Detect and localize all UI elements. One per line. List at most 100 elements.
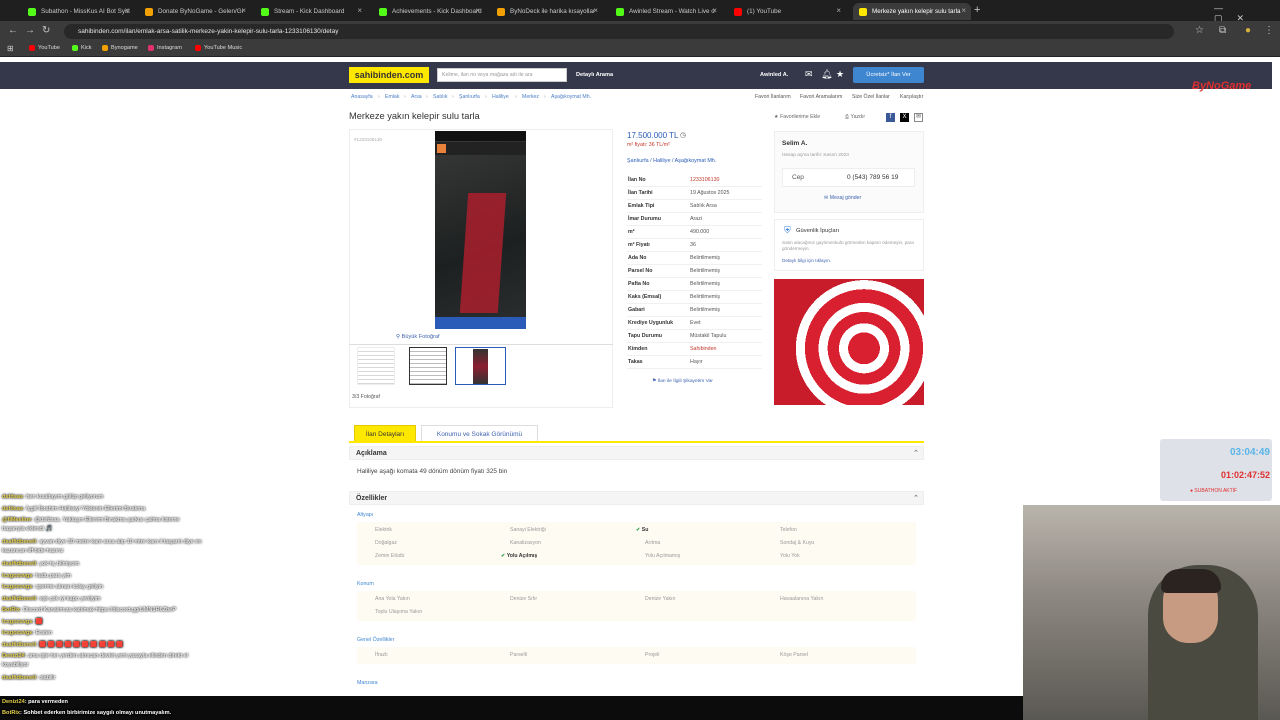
browser-tab[interactable]: Stream - Kick Dashboard × [255, 3, 367, 20]
chat-username[interactable]: BotRix [2, 710, 20, 716]
description-header[interactable]: Açıklama ⌃ [349, 446, 924, 460]
features-header[interactable]: Özellikler ⌃ [349, 491, 924, 505]
chat-username[interactable]: Denizi24 [2, 653, 25, 659]
big-photo-link[interactable]: ⚲ Büyük Fotoğraf [396, 334, 440, 340]
webcam-feed [1023, 505, 1280, 720]
thumbnail-3[interactable] [455, 347, 506, 385]
chat-username[interactable]: dsfdsas [2, 494, 23, 500]
phone-row[interactable]: Cep 0 (543) 789 56 19 [782, 168, 915, 187]
top-link[interactable]: Favori Aramalarım [800, 94, 842, 100]
browser-tab[interactable]: Merkeze yakın kelepir sulu tarla × [853, 3, 971, 20]
tab-location-streetview[interactable]: Konumu ve Sokak Görünümü [421, 425, 538, 442]
send-message-link[interactable]: ✉ Mesaj gönder [824, 195, 861, 201]
collapse-icon[interactable]: ⌃ [913, 492, 919, 505]
chat-username[interactable]: dsalfidbeneli [2, 675, 36, 681]
user-menu[interactable]: Awinled A. [760, 72, 788, 78]
chat-username[interactable]: lcsgozuvgs [2, 584, 32, 590]
bookmark-item[interactable]: YouTube Music [195, 45, 242, 51]
top-link[interactable]: Size Özel İlanlar [852, 94, 890, 100]
tab-close-icon[interactable]: × [357, 6, 362, 15]
tab-listing-details[interactable]: İlan Detayları [354, 425, 416, 442]
location-district[interactable]: Haliliye [653, 158, 670, 164]
breadcrumb-item[interactable]: Haliliye [492, 94, 509, 100]
tab-close-icon[interactable]: × [961, 6, 966, 15]
search-input[interactable]: Kelime, ilan no veya mağaza adı ile ara [437, 68, 567, 82]
chat-username[interactable]: dsfdsas [2, 506, 23, 512]
main-photo[interactable] [435, 131, 526, 329]
breadcrumb-item[interactable]: Aşağıkoymat Mh. [551, 94, 591, 100]
bookmark-star-icon[interactable]: ☆ [1195, 26, 1204, 36]
favorite-link[interactable]: ★ Favorilerime Ekle [774, 114, 820, 120]
bookmark-item[interactable]: YouTube [29, 45, 60, 51]
thumbnail-1[interactable] [357, 347, 395, 385]
advertisement-banner[interactable] [774, 279, 924, 405]
safety-tips-link[interactable]: Detaylı bilgi için tıklayın. [782, 258, 831, 263]
tab-close-icon[interactable]: × [836, 6, 841, 15]
chat-username[interactable]: dsalfidbeneli [2, 642, 36, 648]
chat-username[interactable]: lcsgozuvgs [2, 573, 32, 579]
breadcrumb-item[interactable]: Şanlıurfa [459, 94, 480, 100]
browser-tab[interactable]: Achievements - Kick Dashboard × [373, 3, 485, 20]
facebook-share-icon[interactable]: f [886, 113, 895, 122]
detailed-search-link[interactable]: Detaylı Arama [576, 72, 613, 78]
back-icon[interactable]: ← [8, 26, 18, 36]
chat-username[interactable]: dsalfidbeneli [2, 539, 36, 545]
history-icon[interactable]: ◷ [680, 131, 686, 139]
chat-username[interactable]: lcsgozuvgs [2, 630, 32, 636]
complaint-link[interactable]: ⚑ İlan ile İlgili Şikayetim Var [652, 378, 713, 384]
menu-icon[interactable]: ⋮ [1264, 26, 1274, 36]
browser-tab[interactable]: Subathon - MissKus AI Bot Syst × [22, 3, 134, 20]
browser-tab[interactable]: (1) YouTube × [728, 3, 846, 20]
extensions-icon[interactable]: ⧉ [1219, 26, 1226, 36]
breadcrumb-item[interactable]: Anasayfa [351, 94, 373, 100]
location-neighborhood[interactable]: Aşağıkoymat Mh. [675, 158, 717, 164]
tab-close-icon[interactable]: × [712, 6, 717, 15]
chat-username[interactable]: BotRix [2, 607, 20, 613]
bookmark-item[interactable]: Instagram [148, 45, 182, 51]
breadcrumb-item[interactable]: Merkez [522, 94, 539, 100]
browser-tab[interactable]: ByNoDeck ile harika kısayollar × [491, 3, 603, 20]
print-link[interactable]: ⎙ Yazdır [845, 114, 865, 121]
breadcrumb-item[interactable]: Emlak [385, 94, 399, 100]
chat-username[interactable]: lcsgozuvgs [2, 619, 32, 625]
chat-text: Discord Kanalımıza katılmak https://disc… [23, 607, 177, 613]
collapse-icon[interactable]: ⌃ [913, 447, 919, 460]
star-icon[interactable]: ★ [836, 69, 844, 80]
seller-name[interactable]: Selim A. [782, 140, 807, 147]
reload-icon[interactable]: ↻ [42, 26, 50, 36]
address-bar[interactable]: sahibinden.com/ilan/emlak-arsa-satilik-m… [64, 24, 1174, 39]
search-icon[interactable]: ⚲ [556, 70, 562, 79]
browser-tab[interactable]: Awinled Stream - Watch Live o × [610, 3, 722, 20]
post-ad-button[interactable]: Ücretsiz* İlan Ver [853, 67, 924, 83]
bookmark-item[interactable]: Kick [72, 45, 92, 51]
chat-username[interactable]: dsalfidbeneli [2, 561, 36, 567]
minimize-icon[interactable]: — [1214, 3, 1237, 13]
tab-title: (1) YouTube [747, 8, 782, 15]
bookmark-item[interactable]: Bynogame [102, 45, 138, 51]
chat-username[interactable]: @fiMeeline [2, 517, 31, 523]
breadcrumb-item[interactable]: Arsa [411, 94, 422, 100]
top-link[interactable]: Karşılaştır [900, 94, 923, 100]
tab-close-icon[interactable]: × [475, 6, 480, 15]
tab-close-icon[interactable]: × [241, 6, 246, 15]
apps-icon[interactable]: ⊞ [7, 44, 14, 53]
email-share-icon[interactable]: ✉ [914, 113, 923, 122]
tab-close-icon[interactable]: × [593, 6, 598, 15]
tab-title: ByNoDeck ile harika kısayollar [510, 8, 596, 15]
chat-username[interactable]: Denizi24 [2, 699, 25, 705]
profile-icon[interactable]: ● [1245, 26, 1251, 36]
feature-label: Köşe Parsel [780, 652, 808, 658]
forward-icon[interactable]: → [25, 26, 35, 36]
location-city[interactable]: Şanlıurfa [627, 158, 649, 164]
browser-tab[interactable]: Donate ByNoGame - Gelen/Gi × [139, 3, 251, 20]
site-logo[interactable]: sahibinden.com [349, 67, 429, 83]
breadcrumb-item[interactable]: Satılık [433, 94, 447, 100]
x-share-icon[interactable]: X [900, 113, 909, 122]
bell-icon[interactable]: 🔔︎ [821, 69, 832, 80]
thumbnail-2[interactable] [409, 347, 447, 385]
mail-icon[interactable]: ✉ [805, 69, 813, 80]
chat-username[interactable]: dsalfidbeneli [2, 596, 36, 602]
tab-close-icon[interactable]: × [124, 6, 129, 15]
new-tab-button[interactable]: + [974, 4, 980, 16]
top-link[interactable]: Favori İlanlarım [755, 94, 791, 100]
